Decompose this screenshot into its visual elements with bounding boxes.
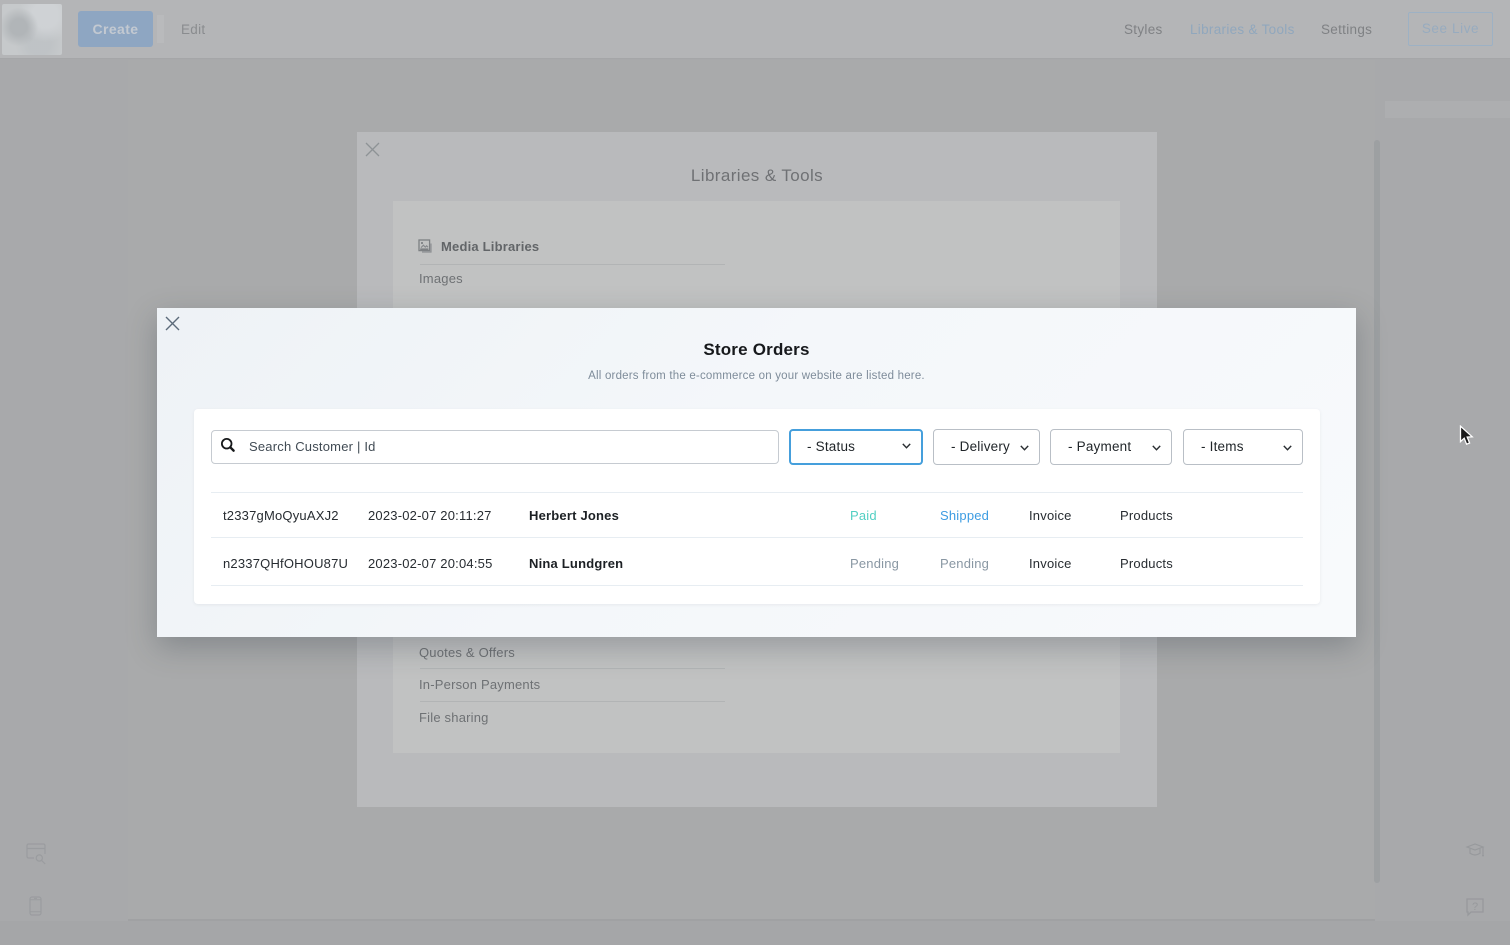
svg-text:?: ? [1472, 901, 1478, 913]
